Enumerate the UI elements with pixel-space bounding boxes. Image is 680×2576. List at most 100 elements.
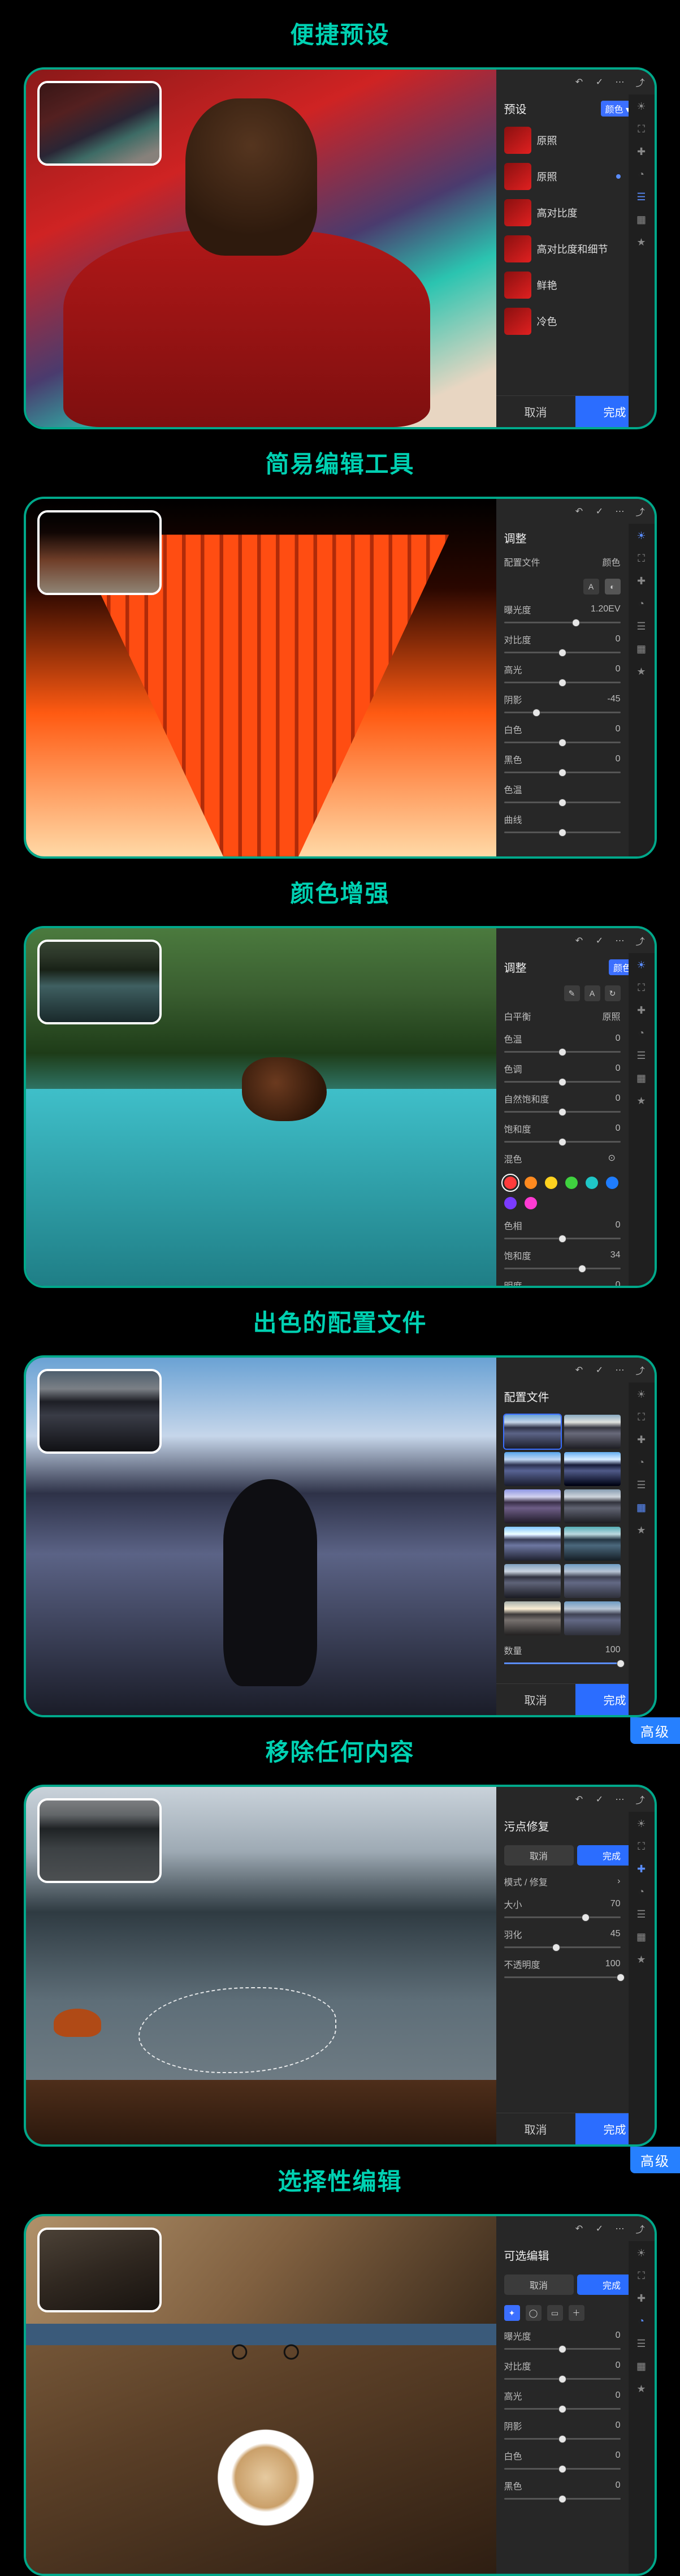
profiles-icon[interactable]: ▦ (634, 212, 649, 227)
slider-track[interactable] (504, 1976, 621, 1978)
heal-icon[interactable]: ✚ (634, 1432, 649, 1447)
more-icon[interactable]: ⋯ (614, 1793, 626, 1806)
slider-track[interactable] (504, 2348, 621, 2350)
slider-control[interactable]: 明度0 (496, 1275, 629, 1286)
before-thumbnail[interactable] (37, 1798, 162, 1883)
more-icon[interactable]: ⋯ (614, 2222, 626, 2235)
slider-track[interactable] (504, 622, 621, 623)
before-thumbnail[interactable] (37, 510, 162, 595)
slider-control[interactable]: 高光0 (496, 659, 629, 689)
preset-item[interactable]: 原照 (496, 122, 629, 158)
profile-cell[interactable] (504, 1527, 561, 1561)
color-swatch[interactable] (586, 1177, 598, 1189)
auto-wb-icon[interactable]: A (584, 985, 600, 1001)
check-icon[interactable]: ✓ (594, 934, 606, 947)
slider-track[interactable] (504, 652, 621, 653)
heal-icon[interactable]: ✚ (634, 144, 649, 159)
presets-icon[interactable]: ☰ (634, 1907, 649, 1922)
star-icon[interactable]: ★ (634, 2381, 649, 2396)
slider-control[interactable]: 饱和度0 (496, 1118, 629, 1148)
profile-cell[interactable] (504, 1415, 561, 1449)
preview-area[interactable] (26, 499, 496, 856)
star-icon[interactable]: ★ (634, 664, 649, 679)
heal-icon[interactable]: ✚ (634, 2291, 649, 2306)
preset-item[interactable]: 高对比度和细节 (496, 231, 629, 267)
profile-cell[interactable] (564, 1415, 621, 1449)
add-mask-icon[interactable]: ＋ (569, 2305, 584, 2321)
heal-icon[interactable]: ✚ (634, 1003, 649, 1018)
crop-icon[interactable]: ⛶ (634, 980, 649, 995)
mask-icon[interactable]: ◔ (634, 1026, 649, 1040)
slider-control[interactable]: 曝光度1.20EV (496, 599, 629, 629)
slider-control[interactable]: 色温 (496, 779, 629, 809)
preview-area[interactable] (26, 70, 496, 427)
slider-track[interactable] (504, 2468, 621, 2470)
slider-control[interactable]: 高光0 (496, 2385, 629, 2415)
profiles-icon[interactable]: ▦ (634, 2359, 649, 2373)
slider-control[interactable]: 曝光度0 (496, 2325, 629, 2355)
color-swatch[interactable] (545, 1177, 557, 1189)
profile-cell[interactable] (504, 1489, 561, 1523)
slider-control[interactable]: 色温0 (496, 1028, 629, 1058)
toggle-icon[interactable]: ◐ (605, 579, 621, 595)
slider-control[interactable]: 对比度0 (496, 2355, 629, 2385)
slider-control[interactable]: 羽化45 (496, 1924, 629, 1954)
undo-icon[interactable]: ↶ (573, 76, 586, 88)
presets-icon[interactable]: ☰ (634, 1477, 649, 1492)
slider-control[interactable]: 曲线 (496, 809, 629, 839)
undo-icon[interactable]: ↶ (573, 2222, 586, 2235)
check-icon[interactable]: ✓ (594, 1793, 606, 1806)
undo-icon[interactable]: ↶ (573, 934, 586, 947)
slider-track[interactable] (504, 1946, 621, 1948)
wb-row[interactable]: 白平衡原照 (496, 1006, 629, 1028)
more-icon[interactable]: ⋯ (614, 76, 626, 88)
tune-icon[interactable]: ☀ (634, 1387, 649, 1402)
cancel-button[interactable]: 取消 (496, 2113, 575, 2144)
presets-icon[interactable]: ☰ (634, 619, 649, 634)
mode-row[interactable]: 模式 / 修复› (496, 1871, 629, 1894)
slider-track[interactable] (504, 1916, 621, 1918)
slider-track[interactable] (504, 2408, 621, 2410)
color-swatch[interactable] (504, 1197, 517, 1209)
check-icon[interactable]: ✓ (594, 1364, 606, 1376)
tune-icon[interactable]: ☀ (634, 2246, 649, 2260)
heal-icon[interactable]: ✚ (634, 1862, 649, 1876)
slider-control[interactable]: 色调0 (496, 1058, 629, 1088)
slider-track[interactable] (504, 712, 621, 713)
presets-icon[interactable]: ☰ (634, 1048, 649, 1063)
target-icon[interactable]: ⊙ (608, 1152, 621, 1165)
check-icon[interactable]: ✓ (594, 76, 606, 88)
crop-icon[interactable]: ⛶ (634, 122, 649, 136)
slider-control[interactable]: 色相0 (496, 1215, 629, 1245)
more-icon[interactable]: ⋯ (614, 1364, 626, 1376)
slider-control[interactable]: 黑色0 (496, 749, 629, 779)
preset-item[interactable]: 冷色 (496, 303, 629, 339)
slider-track[interactable] (504, 832, 621, 833)
slider-track[interactable] (504, 802, 621, 803)
heal-icon[interactable]: ✚ (634, 574, 649, 588)
mask-icon[interactable]: ◔ (634, 596, 649, 611)
slider-track[interactable] (504, 2438, 621, 2440)
share-icon[interactable]: ⤴ (634, 1364, 647, 1376)
presets-icon[interactable]: ☰ (634, 189, 649, 204)
mask-icon[interactable]: ◔ (634, 1455, 649, 1470)
tune-icon[interactable]: ☀ (634, 99, 649, 114)
slider-track[interactable] (504, 1238, 621, 1239)
slider-track[interactable] (504, 682, 621, 683)
presets-icon[interactable]: ☰ (634, 2336, 649, 2351)
slider-track[interactable] (504, 2378, 621, 2380)
profile-cell[interactable] (564, 1489, 621, 1523)
color-swatch[interactable] (606, 1177, 618, 1189)
share-icon[interactable]: ⤴ (634, 505, 647, 518)
slider-control[interactable]: 不透明度100 (496, 1954, 629, 1984)
profile-cell[interactable] (564, 1452, 621, 1486)
before-thumbnail[interactable] (37, 1369, 162, 1454)
profile-cell[interactable] (564, 1564, 621, 1598)
eyedropper-icon[interactable]: ✎ (564, 985, 580, 1001)
slider-track[interactable] (504, 1111, 621, 1113)
undo-icon[interactable]: ↶ (573, 505, 586, 518)
tune-icon[interactable]: ☀ (634, 528, 649, 543)
color-swatch[interactable] (565, 1177, 578, 1189)
slider-control[interactable]: 自然饱和度0 (496, 1088, 629, 1118)
more-icon[interactable]: ⋯ (614, 505, 626, 518)
